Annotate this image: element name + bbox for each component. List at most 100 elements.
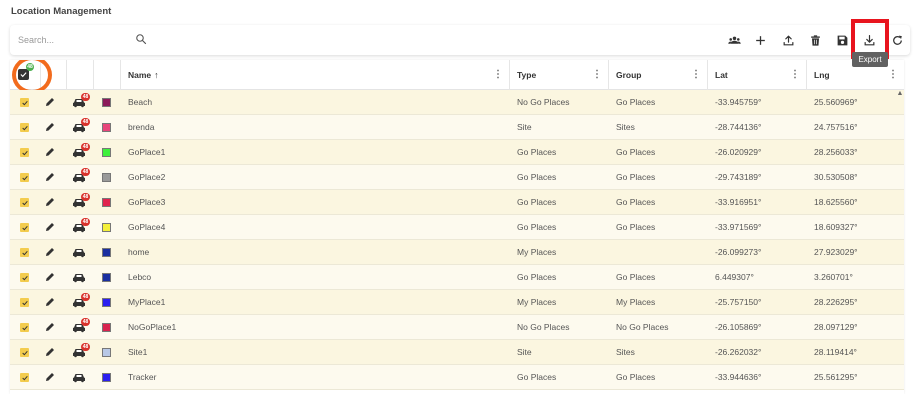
export-tooltip: Export (852, 52, 888, 67)
vehicle-count-badge: 48 (81, 218, 90, 226)
cell-type: Site (517, 122, 532, 132)
search-input[interactable] (18, 32, 136, 48)
table-row[interactable]: 48 NoGoPlace1 No Go Places No Go Places -26.… (10, 315, 904, 340)
table-row[interactable]: Lebco Go Places Go Places 6.449307° 3.260701… (10, 265, 904, 290)
group-button[interactable] (726, 32, 742, 48)
cell-lng: 18.609327° (814, 222, 858, 232)
vehicle-icon[interactable] (72, 272, 86, 283)
save-button[interactable] (834, 32, 850, 48)
header-type-label: Type (517, 70, 537, 80)
column-menu-icon[interactable]: ⋮ (790, 60, 800, 90)
search-icon[interactable] (135, 33, 147, 45)
edit-icon[interactable] (44, 296, 56, 308)
table-row[interactable]: 48 Site1 Site Sites -26.262032° 28.119414° (10, 340, 904, 365)
add-icon (755, 35, 765, 45)
add-button[interactable] (752, 32, 768, 48)
color-swatch (102, 273, 111, 282)
edit-icon[interactable] (44, 221, 56, 233)
cell-name: Tracker (128, 372, 157, 382)
header-type[interactable]: Type ⋮ (510, 60, 609, 90)
row-checkbox[interactable] (20, 273, 29, 282)
checkmark-icon (21, 250, 28, 255)
scroll-up-arrow[interactable]: ▲ (896, 90, 904, 100)
row-checkbox[interactable] (20, 223, 29, 232)
edit-icon[interactable] (44, 96, 56, 108)
cell-name: NoGoPlace1 (128, 322, 177, 332)
cell-name: Beach (128, 97, 153, 107)
row-checkbox[interactable] (20, 123, 29, 132)
edit-icon[interactable] (44, 321, 56, 333)
edit-icon[interactable] (44, 371, 56, 383)
cell-name: brenda (128, 122, 155, 132)
column-menu-icon[interactable]: ⋮ (493, 60, 503, 90)
cell-lat: -33.916951° (715, 197, 762, 207)
table-row[interactable]: 48 GoPlace3 Go Places Go Places -33.916951° 1… (10, 190, 904, 215)
color-swatch (102, 173, 111, 182)
row-checkbox[interactable] (20, 348, 29, 357)
color-swatch (102, 298, 111, 307)
row-checkbox[interactable] (20, 323, 29, 332)
header-group[interactable]: Group ⋮ (609, 60, 708, 90)
vehicle-icon[interactable] (72, 247, 86, 258)
cell-type: Go Places (517, 147, 557, 157)
vehicle-icon[interactable] (72, 372, 86, 383)
table-row[interactable]: Tracker Go Places Go Places -33.944636° 25.5… (10, 365, 904, 390)
edit-icon[interactable] (44, 196, 56, 208)
cell-group: Go Places (616, 172, 656, 182)
header-name-label: Name (128, 70, 152, 80)
cell-name: GoPlace3 (128, 197, 166, 207)
cell-group (609, 240, 616, 265)
cell-group: Sites (616, 347, 635, 357)
table-row[interactable]: 48 Beach No Go Places Go Places -33.945759° 2… (10, 90, 904, 115)
cell-lat: 6.449307° (715, 272, 754, 282)
row-checkbox[interactable] (20, 198, 29, 207)
table-row[interactable]: 48 MyPlace1 My Places My Places -25.757150° 2… (10, 290, 904, 315)
delete-button[interactable] (807, 32, 823, 48)
row-checkbox[interactable] (20, 173, 29, 182)
header-lng-label: Lng (814, 70, 830, 80)
upload-button[interactable] (780, 32, 796, 48)
cell-lng: 28.097129° (814, 322, 858, 332)
header-group-label: Group (616, 70, 642, 80)
color-swatch (102, 248, 111, 257)
row-checkbox[interactable] (20, 98, 29, 107)
cell-lat: -29.743189° (715, 172, 762, 182)
cell-group: Go Places (616, 222, 656, 232)
row-checkbox[interactable] (20, 298, 29, 307)
table-row[interactable]: home My Places -26.099273° 27.923029° (10, 240, 904, 265)
refresh-button[interactable] (889, 32, 905, 48)
row-checkbox[interactable] (20, 248, 29, 257)
edit-icon[interactable] (44, 346, 56, 358)
edit-icon[interactable] (44, 171, 56, 183)
column-menu-icon[interactable]: ⋮ (888, 60, 898, 90)
table-row[interactable]: 48 GoPlace1 Go Places Go Places -26.020929° 2… (10, 140, 904, 165)
cell-type: No Go Places (517, 322, 570, 332)
row-checkbox[interactable] (20, 148, 29, 157)
edit-icon[interactable] (44, 246, 56, 258)
cell-name: GoPlace4 (128, 222, 166, 232)
cell-group: Go Places (616, 272, 656, 282)
export-button[interactable] (861, 32, 877, 48)
header-select-cell: 48 (10, 60, 52, 94)
vehicle-count-badge: 48 (81, 93, 90, 101)
header-lat-label: Lat (715, 70, 728, 80)
header-name[interactable]: Name ↑ ⋮ (121, 60, 510, 90)
table-row[interactable]: 48 brenda Site Sites -28.744136° 24.757516° (10, 115, 904, 140)
locations-table: 48 Name ↑ ⋮ Type ⋮ Group ⋮ Lat ⋮ Lng ⋮ 4… (10, 60, 904, 394)
sort-ascending-icon[interactable]: ↑ (154, 70, 159, 80)
checkmark-icon (20, 72, 27, 78)
group-icon (727, 36, 741, 44)
edit-icon[interactable] (44, 146, 56, 158)
edit-icon[interactable] (44, 271, 56, 283)
selected-count-badge: 48 (26, 63, 34, 71)
header-lat[interactable]: Lat ⋮ (708, 60, 807, 90)
cell-lng: 24.757516° (814, 122, 858, 132)
edit-icon[interactable] (44, 121, 56, 133)
column-menu-icon[interactable]: ⋮ (691, 60, 701, 90)
cell-lng: 18.625560° (814, 197, 858, 207)
table-row[interactable]: 48 GoPlace4 Go Places Go Places -33.971569° 1… (10, 215, 904, 240)
column-menu-icon[interactable]: ⋮ (592, 60, 602, 90)
row-checkbox[interactable] (20, 373, 29, 382)
cell-lat: -33.971569° (715, 222, 762, 232)
table-row[interactable]: 48 GoPlace2 Go Places Go Places -29.743189° 3… (10, 165, 904, 190)
